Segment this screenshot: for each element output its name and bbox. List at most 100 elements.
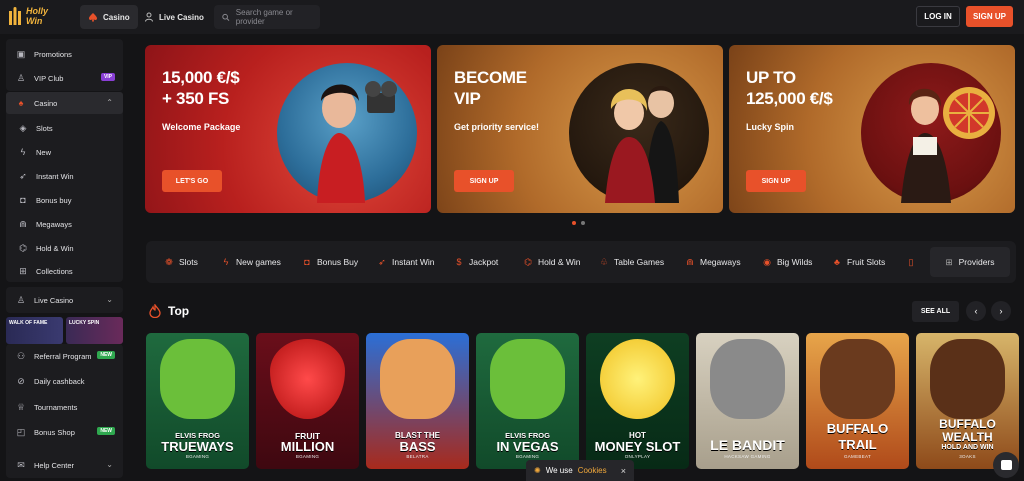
tab-casino[interactable]: Casino: [80, 5, 138, 29]
sidebar-item-casino[interactable]: ♠ Casino ⌃: [6, 92, 123, 114]
banner-title: BECOME VIP: [454, 68, 527, 108]
game-art: [490, 339, 565, 419]
sidebar-item-help-center[interactable]: ✉ Help Center ⌄: [6, 454, 123, 476]
category-jackpot[interactable]: $ Jackpot: [454, 241, 498, 283]
sidebar-item-collections[interactable]: ⊞ Collections: [6, 260, 123, 282]
category-slots[interactable]: ❁ Slots: [164, 241, 198, 283]
game-card[interactable]: BUFFALO WEALTH HOLD AND WIN 3OAKS: [916, 333, 1019, 469]
sidebar-item-tournaments[interactable]: ♕ Tournaments: [6, 396, 123, 418]
category-big-wilds[interactable]: ◉ Big Wilds: [762, 241, 812, 283]
category-instant-win[interactable]: ➶ Instant Win: [377, 241, 434, 283]
sidebar-item-instant-win[interactable]: ➶ Instant Win: [6, 165, 123, 187]
category-bar: ❁ Slots ϟ New games ◘ Bonus Buy ➶ Instant Wi…: [146, 241, 1016, 283]
game-art: [820, 339, 895, 419]
chevron-down-icon[interactable]: ⌄: [106, 460, 113, 469]
game-card[interactable]: BUFFALO TRAIL GAMEBEAT: [806, 333, 909, 469]
game-art: [710, 339, 785, 419]
new-badge: NEW: [97, 427, 115, 435]
carousel-dots: [572, 221, 585, 225]
bag-icon: ◘: [304, 257, 310, 267]
new-badge: NEW: [97, 351, 115, 359]
lightning-icon: ϟ: [20, 147, 26, 157]
chat-button[interactable]: [993, 452, 1019, 478]
banner-illustration: [277, 63, 417, 203]
signup-button[interactable]: SIGN UP: [746, 170, 806, 192]
rocket-icon: ➶: [378, 256, 386, 267]
sidebar-item-bonus-shop[interactable]: ◰ Bonus Shop NEW: [6, 421, 123, 443]
game-card[interactable]: LE BANDIT HACKSAW GAMING: [696, 333, 799, 469]
walk-of-fame-tile[interactable]: WALK OF FAME: [6, 317, 63, 344]
carousel-dot-active[interactable]: [572, 221, 576, 225]
tab-live-casino[interactable]: Live Casino: [136, 5, 212, 29]
lets-go-button[interactable]: LET'S GO: [162, 170, 222, 192]
banner-lucky-spin[interactable]: UP TO 125,000 €/$ Lucky Spin SIGN UP: [729, 45, 1015, 213]
sidebar-item-megaways[interactable]: ⋒ Megaways: [6, 213, 123, 235]
category-bonus-buy[interactable]: ◘ Bonus Buy: [302, 241, 358, 283]
sidebar-item-hold-win[interactable]: ⌬ Hold & Win: [6, 237, 123, 259]
sidebar-item-new[interactable]: ϟ New: [6, 141, 123, 163]
game-card[interactable]: HOT MONEY SLOT ONLYPLAY: [586, 333, 689, 469]
sidebar-item-daily-cashback[interactable]: ⊘ Daily cashback: [6, 370, 123, 392]
close-icon[interactable]: ×: [621, 466, 626, 476]
cookies-link[interactable]: Cookies: [578, 466, 607, 475]
see-all-button[interactable]: SEE ALL: [912, 301, 959, 322]
lucky-spin-girl-icon: [901, 87, 995, 203]
sidebar-item-slots[interactable]: ◈ Slots: [6, 117, 123, 139]
category-fruit-slots[interactable]: ♣ Fruit Slots: [832, 241, 885, 283]
slots-icon: ◈: [19, 122, 27, 133]
carousel-dot[interactable]: [581, 221, 585, 225]
game-card[interactable]: FRUIT MILLION BGAMING: [256, 333, 359, 469]
sidebar-item-referral[interactable]: ⚇ Referral Program NEW: [6, 345, 123, 367]
banner-illustration: [569, 63, 709, 203]
game-card[interactable]: BLAST THE BASS BELATRA: [366, 333, 469, 469]
banner-welcome-package[interactable]: 15,000 €/$ + 350 FS Welcome Package LET'…: [145, 45, 431, 213]
fire-icon: [149, 304, 161, 318]
category-new-games[interactable]: ϟ New games: [221, 241, 281, 283]
sidebar-item-bonus-buy[interactable]: ◘ Bonus buy: [6, 189, 123, 211]
trophy-icon: ♕: [16, 401, 26, 412]
category-hold-win[interactable]: ⌬ Hold & Win: [523, 241, 580, 283]
providers-button[interactable]: ⊞ Providers: [930, 247, 1010, 277]
jackpot-icon: $: [456, 257, 462, 267]
vip-badge: VIP: [100, 73, 115, 81]
cookie-icon: ✺: [534, 466, 541, 475]
slots-icon: ❁: [165, 256, 173, 267]
signup-button[interactable]: SIGN UP: [454, 170, 514, 192]
sidebar-group-casino: ♠ Casino ⌃ ◈ Slots ϟ New ➶ Instant Win ◘…: [6, 92, 123, 282]
spade-icon: [89, 13, 97, 22]
sidebar-item-vip-club[interactable]: ♙ VIP Club VIP: [6, 67, 123, 89]
signup-button[interactable]: SIGN UP: [966, 6, 1013, 27]
next-arrow-icon[interactable]: ›: [991, 301, 1011, 321]
game-card[interactable]: ELVIS FROG IN VEGAS BGAMING: [476, 333, 579, 469]
game-art: [930, 339, 1005, 419]
hold-win-icon: ⌬: [19, 242, 27, 253]
sidebar-item-promotions[interactable]: ▣ Promotions: [6, 43, 123, 65]
category-table-games[interactable]: ♧ Table Games: [599, 241, 664, 283]
logo-icon: [9, 7, 21, 25]
spade-icon: ♠: [18, 98, 24, 108]
vip-couple-icon: [605, 86, 679, 203]
chevron-up-icon[interactable]: ⌃: [106, 98, 113, 107]
login-button[interactable]: LOG IN: [916, 6, 960, 27]
dealer-icon: [145, 12, 153, 22]
help-icon: ✉: [17, 459, 25, 470]
game-card[interactable]: ELVIS FROG TRUEWAYS BGAMING: [146, 333, 249, 469]
prev-arrow-icon[interactable]: ‹: [966, 301, 986, 321]
category-more[interactable]: ▯: [906, 241, 916, 283]
search-input[interactable]: Search game or provider: [214, 5, 320, 29]
banner-become-vip[interactable]: BECOME VIP Get priority service! SIGN UP: [437, 45, 723, 213]
hostess-figure-icon: [317, 81, 397, 203]
megaways-icon: ⋒: [686, 256, 694, 267]
banner-subtitle: Get priority service!: [454, 122, 540, 132]
lucky-spin-tile[interactable]: LUCKY SPIN: [66, 317, 123, 344]
category-megaways[interactable]: ⋒ Megaways: [685, 241, 740, 283]
chevron-down-icon[interactable]: ⌄: [106, 295, 113, 304]
top-bar: Holly Win Casino Live Casino Search game…: [0, 0, 1024, 34]
sidebar-item-live-casino[interactable]: ♙ Live Casino ⌄: [6, 289, 123, 311]
logo[interactable]: Holly Win: [8, 3, 68, 31]
search-placeholder: Search game or provider: [235, 8, 293, 26]
cookie-banner: ✺ We use Cookies ×: [526, 460, 634, 481]
sidebar-group-live: ♙ Live Casino ⌄: [6, 287, 123, 313]
cards-icon: ♧: [599, 256, 609, 267]
sidebar-group-top: ▣ Promotions ♙ VIP Club VIP: [6, 39, 123, 91]
